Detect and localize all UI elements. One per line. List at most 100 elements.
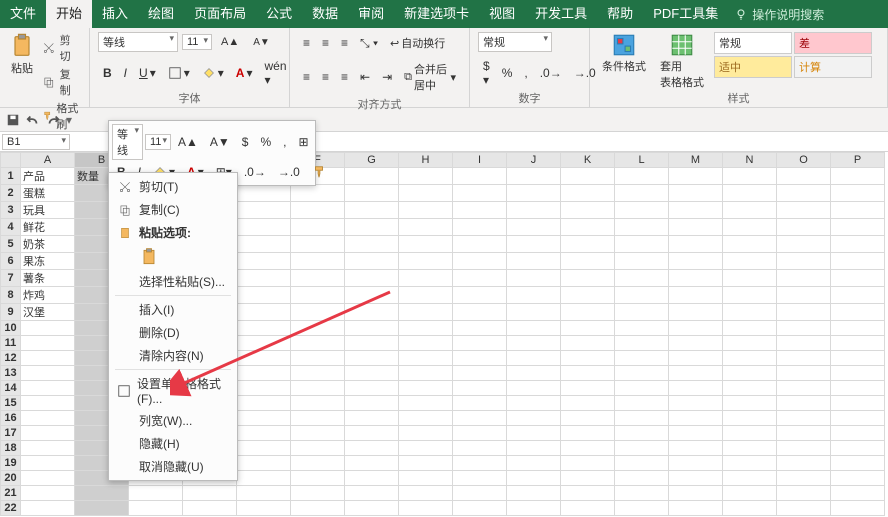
cell[interactable] [453,168,507,185]
cell[interactable] [615,366,669,381]
cell[interactable] [291,501,345,516]
bold-button[interactable]: B [98,63,117,83]
cell[interactable] [237,486,291,501]
mini-comma[interactable]: , [278,132,291,152]
cell[interactable] [345,381,399,396]
cell[interactable] [561,219,615,236]
mini-dec-dec[interactable]: →.0 [273,162,305,182]
cell[interactable] [669,366,723,381]
cell[interactable] [777,321,831,336]
col-header-o[interactable]: O [777,153,831,168]
wrap-text-button[interactable]: ↩ 自动换行 [385,32,450,54]
cell[interactable] [615,287,669,304]
row-header[interactable]: 4 [1,219,21,236]
mini-decrease-font[interactable]: A▼ [205,132,235,152]
tab-insert[interactable]: 插入 [92,0,138,28]
row-header[interactable]: 17 [1,426,21,441]
row-header[interactable]: 11 [1,336,21,351]
cell[interactable] [345,304,399,321]
cell[interactable] [507,185,561,202]
cell[interactable] [615,426,669,441]
cell[interactable] [21,396,75,411]
cut-button[interactable]: 剪切 [42,32,81,64]
cell[interactable] [345,396,399,411]
cell[interactable] [345,236,399,253]
row-header[interactable]: 15 [1,396,21,411]
cell[interactable] [399,441,453,456]
cell[interactable] [723,185,777,202]
cell[interactable] [561,411,615,426]
cell[interactable] [669,253,723,270]
phonetic-button[interactable]: wén ▾ [259,56,291,90]
cell[interactable] [669,185,723,202]
align-center-button[interactable]: ≡ [317,58,334,96]
tab-page-layout[interactable]: 页面布局 [184,0,256,28]
mini-inc-dec[interactable]: .0→ [239,162,271,182]
name-box[interactable]: B1 [2,134,70,150]
row-header[interactable]: 13 [1,366,21,381]
row-header[interactable]: 6 [1,253,21,270]
cell[interactable] [507,456,561,471]
tab-review[interactable]: 审阅 [348,0,394,28]
cell[interactable] [777,396,831,411]
cell[interactable] [723,202,777,219]
cell[interactable] [723,270,777,287]
cell[interactable] [345,501,399,516]
cell[interactable] [399,411,453,426]
cell[interactable] [561,168,615,185]
cell[interactable] [453,304,507,321]
ctx-unhide[interactable]: 取消隐藏(U) [109,455,237,478]
align-middle-button[interactable]: ≡ [317,32,334,54]
cell[interactable] [453,366,507,381]
col-header-k[interactable]: K [561,153,615,168]
cell[interactable] [777,411,831,426]
cell[interactable] [291,236,345,253]
mini-format-painter[interactable] [307,162,331,182]
font-name-select[interactable]: 等线 [98,32,178,52]
cell[interactable] [723,456,777,471]
cell[interactable] [399,185,453,202]
col-header-g[interactable]: G [345,153,399,168]
cell[interactable] [453,486,507,501]
mini-currency[interactable]: $ [237,132,254,152]
ctx-paste-icon-1[interactable] [109,244,237,270]
cell[interactable] [507,336,561,351]
cell[interactable] [669,486,723,501]
cell[interactable] [399,321,453,336]
row-header[interactable]: 21 [1,486,21,501]
border-button[interactable]: ▾ [163,63,195,83]
cell[interactable] [21,456,75,471]
row-header[interactable]: 22 [1,501,21,516]
cell[interactable] [21,366,75,381]
cell[interactable] [507,501,561,516]
cell[interactable] [291,351,345,366]
cell[interactable] [507,270,561,287]
cell[interactable] [561,202,615,219]
cell[interactable] [399,336,453,351]
cell[interactable] [723,168,777,185]
cell[interactable] [669,501,723,516]
cell[interactable] [399,486,453,501]
row-header[interactable]: 8 [1,287,21,304]
merge-center-button[interactable]: ⧉ 合并后居中 ▾ [399,58,461,96]
cell-style-normal[interactable]: 常规 [714,32,792,54]
cell[interactable]: 炸鸡 [21,287,75,304]
cell[interactable] [669,411,723,426]
currency-button[interactable]: $ ▾ [478,56,495,90]
paste-button[interactable]: 粘贴 [8,32,36,76]
tell-me[interactable]: 操作说明搜索 [734,6,824,23]
cell[interactable] [237,456,291,471]
cell[interactable] [561,270,615,287]
cell[interactable] [291,253,345,270]
select-all-corner[interactable] [1,153,21,168]
cell[interactable] [453,270,507,287]
fill-color-button[interactable]: ▾ [197,63,229,83]
cell[interactable] [615,236,669,253]
format-as-table-button[interactable]: 套用 表格格式 [656,32,708,90]
cell[interactable] [831,351,885,366]
cell[interactable] [777,202,831,219]
cell[interactable] [669,426,723,441]
cell[interactable] [831,471,885,486]
cell[interactable] [345,486,399,501]
decrease-font-button[interactable]: A▼ [248,34,275,51]
